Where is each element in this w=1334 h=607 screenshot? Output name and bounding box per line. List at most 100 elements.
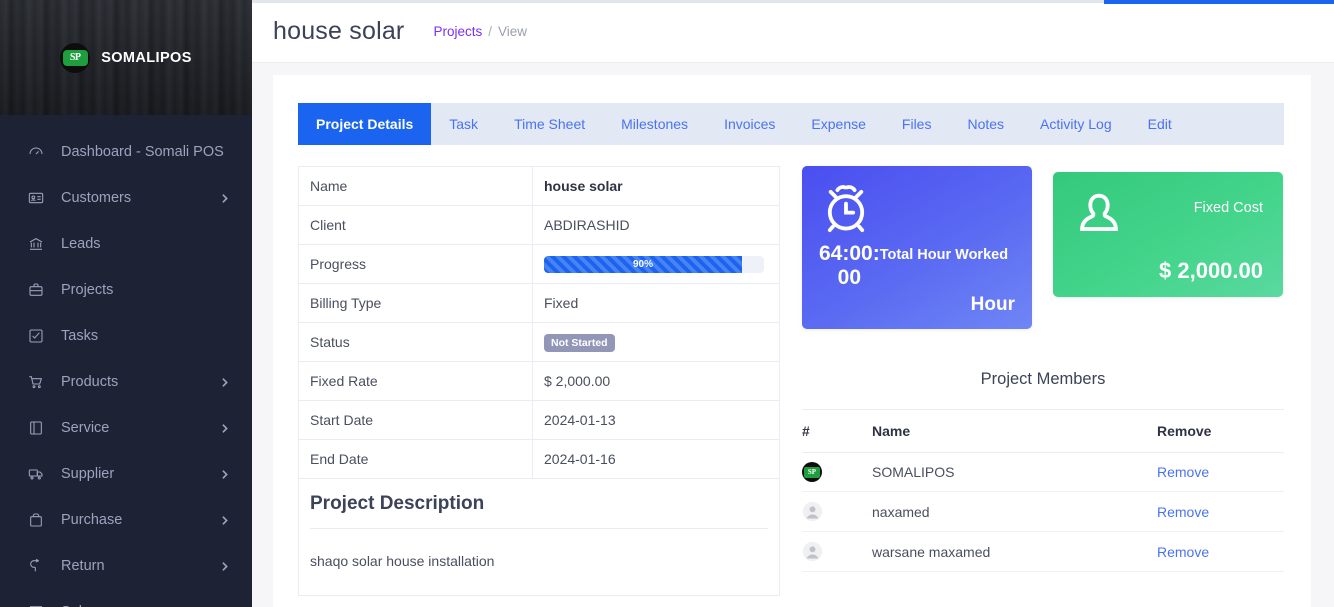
sidebar-item-return[interactable]: Return (0, 543, 252, 589)
tab-milestones[interactable]: Milestones (603, 103, 706, 145)
tab-activity-log[interactable]: Activity Log (1022, 103, 1130, 145)
bag-icon (28, 511, 50, 529)
table-row: Start Date 2024-01-13 (298, 400, 780, 440)
table-row: SP SOMALIPOS Remove (802, 452, 1284, 492)
brand-header: SP SOMALIPOS (0, 0, 252, 115)
row-label: Client (298, 205, 533, 245)
tab-task[interactable]: Task (431, 103, 496, 145)
dashboard-icon (28, 143, 50, 161)
member-avatar-cell (802, 531, 872, 572)
checkbox-icon (28, 327, 50, 345)
remove-member-link[interactable]: Remove (1157, 504, 1209, 520)
hours-caption: Total Hour Worked (879, 247, 1009, 263)
hours-line-2: 00 (837, 266, 862, 290)
sidebar-label: Dashboard - Somali POS (61, 144, 224, 160)
status-badge: Not Started (544, 333, 615, 352)
remove-member-link[interactable]: Remove (1157, 464, 1209, 480)
sidebar-nav: Dashboard - Somali POS Customers Leads P… (0, 115, 252, 607)
table-row: Fixed Rate $ 2,000.00 (298, 361, 780, 401)
project-members-table: # Name Remove SP SOMALIPOS Remove naxame… (802, 409, 1284, 572)
tab-project-details[interactable]: Project Details (298, 103, 432, 145)
page-loading-bar (1104, 0, 1334, 4)
progress-bar: 90% (544, 255, 764, 273)
breadcrumb-projects-link[interactable]: Projects (433, 24, 482, 39)
tab-expense[interactable]: Expense (793, 103, 883, 145)
sidebar-item-purchase[interactable]: Purchase (0, 497, 252, 543)
sidebar: SP SOMALIPOS Dashboard - Somali POS Cust… (0, 0, 252, 607)
table-row: Billing Type Fixed (298, 283, 780, 323)
column-header-name: Name (872, 409, 1157, 453)
chevron-right-icon (218, 560, 231, 573)
sidebar-item-projects[interactable]: Projects (0, 267, 252, 313)
tab-notes[interactable]: Notes (949, 103, 1022, 145)
table-header-row: # Name Remove (802, 409, 1284, 453)
tab-files[interactable]: Files (884, 103, 950, 145)
table-row: naxamed Remove (802, 491, 1284, 532)
truck-icon (28, 465, 50, 483)
stat-cards: 64:00: 00 Total Hour Worked Hour Fixed C… (802, 166, 1284, 329)
project-description-title: Project Description (310, 493, 485, 514)
page-loader-track (252, 0, 1104, 3)
member-remove-cell: Remove (1157, 491, 1284, 532)
hours-value-row: 64:00: 00 Total Hour Worked (819, 242, 1015, 290)
project-details-column: Name house solar Client ABDIRASHID Progr… (298, 166, 780, 596)
member-name: warsane maxamed (872, 531, 1157, 572)
generic-avatar-icon (802, 541, 872, 562)
table-row: warsane maxamed Remove (802, 531, 1284, 572)
table-row: Progress 90% (298, 244, 780, 284)
row-value-progress: 90% (532, 244, 780, 284)
brand-logo: SP (60, 42, 91, 73)
sidebar-item-products[interactable]: Products (0, 359, 252, 405)
details-layout: Name house solar Client ABDIRASHID Progr… (298, 166, 1286, 596)
row-value-end-date: 2024-01-16 (532, 439, 780, 479)
generic-avatar-icon (802, 501, 872, 522)
table-row: End Date 2024-01-16 (298, 439, 780, 479)
sidebar-label: Service (61, 420, 110, 436)
row-value-fixed-rate: $ 2,000.00 (532, 361, 780, 401)
project-tabs: Project Details Task Time Sheet Mileston… (298, 103, 1284, 145)
sidebar-item-supplier[interactable]: Supplier (0, 451, 252, 497)
sidebar-item-sales[interactable]: Sales (0, 589, 252, 607)
id-card-icon (28, 189, 50, 207)
member-name: naxamed (872, 491, 1157, 532)
row-label: End Date (298, 439, 533, 479)
row-label: Name (298, 166, 533, 206)
sidebar-label: Projects (61, 282, 114, 298)
breadcrumb-separator: / (488, 24, 492, 39)
chevron-right-icon (218, 376, 231, 389)
page-title: house solar (273, 17, 405, 45)
cart-icon (28, 373, 50, 391)
sidebar-item-dashboard[interactable]: Dashboard - Somali POS (0, 129, 252, 175)
project-details-table: Name house solar Client ABDIRASHID Progr… (298, 166, 780, 479)
sidebar-label: Products (61, 374, 119, 390)
remove-member-link[interactable]: Remove (1157, 544, 1209, 560)
sidebar-item-customers[interactable]: Customers (0, 175, 252, 221)
page-header: house solar Projects / View (252, 1, 1334, 63)
project-members-title: Project Members (980, 370, 1106, 388)
project-description-block: Project Description shaqo solar house in… (298, 479, 780, 596)
breadcrumb: Projects / View (433, 24, 527, 39)
sidebar-label: Leads (61, 236, 101, 252)
row-value-start-date: 2024-01-13 (532, 400, 780, 440)
tab-edit[interactable]: Edit (1130, 103, 1190, 145)
sidebar-label: Customers (61, 190, 132, 206)
row-value-name: house solar (532, 166, 780, 206)
column-header-index: # (802, 409, 872, 453)
sidebar-item-service[interactable]: Service (0, 405, 252, 451)
avatar-initials: SP (804, 466, 820, 478)
hours-line-1: 64:00: (819, 242, 880, 265)
row-label: Progress (298, 244, 533, 284)
sidebar-item-tasks[interactable]: Tasks (0, 313, 252, 359)
table-row: Status Not Started (298, 322, 780, 362)
avatar: SP (802, 462, 822, 482)
tab-time-sheet[interactable]: Time Sheet (496, 103, 603, 145)
member-name: SOMALIPOS (872, 452, 1157, 492)
sidebar-item-leads[interactable]: Leads (0, 221, 252, 267)
fixed-cost-label: Fixed Cost (1193, 200, 1263, 216)
app-root: SP SOMALIPOS Dashboard - Somali POS Cust… (0, 0, 1334, 607)
project-description-text: shaqo solar house installation (310, 553, 495, 569)
tab-invoices[interactable]: Invoices (706, 103, 793, 145)
alarm-clock-icon (819, 182, 1015, 236)
breadcrumb-current: View (498, 24, 528, 39)
row-label: Status (298, 322, 533, 362)
